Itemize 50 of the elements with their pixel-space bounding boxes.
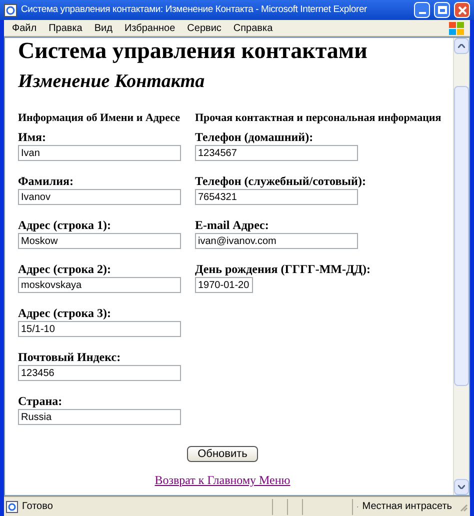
menu-item[interactable]: Файл: [12, 20, 37, 36]
status-text: Готово: [22, 500, 54, 514]
menu-item[interactable]: Справка: [233, 20, 273, 36]
field-label: Адрес (строка 3):: [18, 306, 112, 321]
scroll-down-button[interactable]: [454, 479, 469, 495]
input-field[interactable]: 1234567: [195, 145, 358, 161]
column-header: Информация об Имени и Адресе: [18, 111, 181, 126]
menu-item[interactable]: Вид: [94, 20, 112, 36]
minimize-button[interactable]: [414, 2, 430, 18]
window-title: Система управления контактами: Изменение Контакта - Microsoft Internet Explorer: [21, 2, 368, 17]
field-label: Телефон (служебный/сотовый):: [195, 174, 367, 189]
browser-icon: [4, 4, 17, 16]
maximize-button[interactable]: [434, 2, 450, 18]
page-icon: [6, 500, 18, 512]
menu-item[interactable]: Правка: [48, 20, 82, 36]
scroll-thumb[interactable]: [454, 86, 469, 386]
scrollbar[interactable]: [453, 38, 469, 495]
input-field[interactable]: Ivan: [18, 145, 181, 161]
back-link[interactable]: Возврат к Главному Меню: [154, 474, 290, 486]
caret-up-icon: [458, 44, 465, 48]
input-field[interactable]: 123456: [18, 365, 181, 381]
input-field[interactable]: Ivanov: [18, 189, 181, 205]
field-label: Страна:: [18, 394, 64, 409]
scroll-up-button[interactable]: [454, 38, 469, 54]
input-field[interactable]: ivan@ivanov.com: [195, 233, 358, 249]
field-label: Почтовый Индекс:: [18, 350, 122, 365]
page-heading: Система управления контактами: [18, 39, 368, 62]
update-button[interactable]: Обновить: [186, 446, 258, 462]
caret-down-icon: [458, 485, 465, 489]
input-field[interactable]: moskovskaya: [18, 277, 181, 293]
input-field[interactable]: Moskow: [18, 233, 181, 249]
page-subheading: Изменение Контакта: [18, 72, 206, 91]
field-label: День рождения (ГГГГ-ММ-ДД):: [195, 262, 372, 277]
menu-item[interactable]: Избранное: [124, 20, 176, 36]
field-label: Имя:: [18, 130, 47, 145]
menu-item[interactable]: Сервис: [187, 20, 222, 36]
field-label: Адрес (строка 2):: [18, 262, 112, 277]
close-icon: [458, 6, 466, 14]
date-field[interactable]: 1970-01-20: [195, 277, 253, 293]
input-field[interactable]: 7654321: [195, 189, 358, 205]
security-zone: Местная интрасеть: [362, 500, 452, 514]
field-label: Телефон (домашний):: [195, 130, 314, 145]
field-label: Фамилия:: [18, 174, 75, 189]
field-label: Адрес (строка 1):: [18, 218, 112, 233]
column-header: Прочая контактная и персональная информация: [195, 111, 442, 126]
input-field[interactable]: Russia: [18, 409, 181, 425]
field-label: E-mail Адрес:: [195, 218, 270, 233]
input-field[interactable]: 15/1-10: [18, 321, 181, 337]
close-button[interactable]: [454, 2, 470, 18]
windows-logo-icon: [448, 20, 466, 36]
